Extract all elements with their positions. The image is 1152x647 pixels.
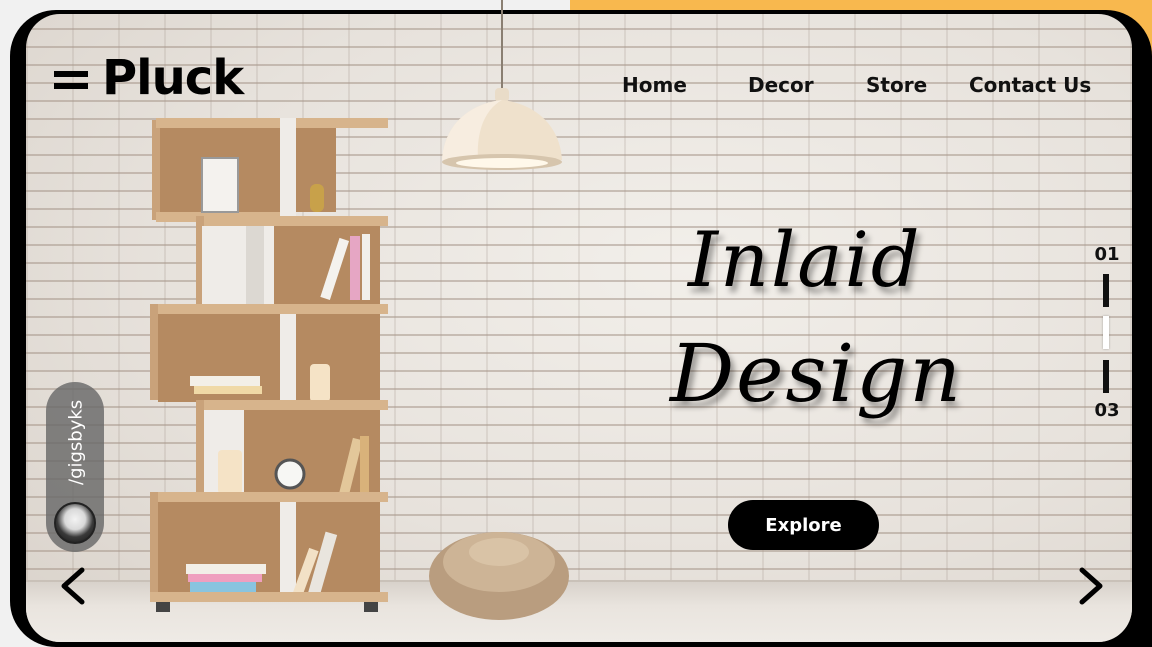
hero-headline: Inlaid Design <box>630 215 980 445</box>
explore-button[interactable]: Explore <box>728 500 879 550</box>
top-nav: Home Decor Store Contact Us <box>600 73 1100 99</box>
nav-link-decor[interactable]: Decor <box>748 73 814 97</box>
slide-indicator: 01 03 <box>1090 240 1124 426</box>
social-handle-text: /gigsbyks <box>65 399 87 485</box>
logo[interactable]: Pluck <box>102 50 244 106</box>
slide-indicator-segment-3[interactable] <box>1103 360 1109 393</box>
headline-line-2: Design <box>670 327 963 420</box>
brand: Pluck <box>54 50 244 106</box>
slide-indicator-segment-1[interactable] <box>1103 274 1109 307</box>
pendant-lamp-image <box>442 0 562 170</box>
nav-link-contact-us[interactable]: Contact Us <box>969 73 1091 97</box>
slide-current-number: 01 <box>1094 244 1120 265</box>
slide-total-number: 03 <box>1094 400 1120 421</box>
pouf-image <box>429 532 569 620</box>
chevron-right-icon[interactable] <box>1076 566 1106 606</box>
social-handle-pill[interactable]: /gigsbyks <box>46 382 104 552</box>
chevron-left-icon[interactable] <box>58 566 88 606</box>
nav-link-store[interactable]: Store <box>866 73 927 97</box>
headline-line-1: Inlaid <box>688 215 922 304</box>
avatar <box>54 502 96 544</box>
hamburger-icon[interactable] <box>54 67 88 89</box>
nav-link-home[interactable]: Home <box>622 73 687 97</box>
slide-indicator-segment-2[interactable] <box>1103 316 1109 349</box>
bookshelf-image <box>150 118 388 612</box>
